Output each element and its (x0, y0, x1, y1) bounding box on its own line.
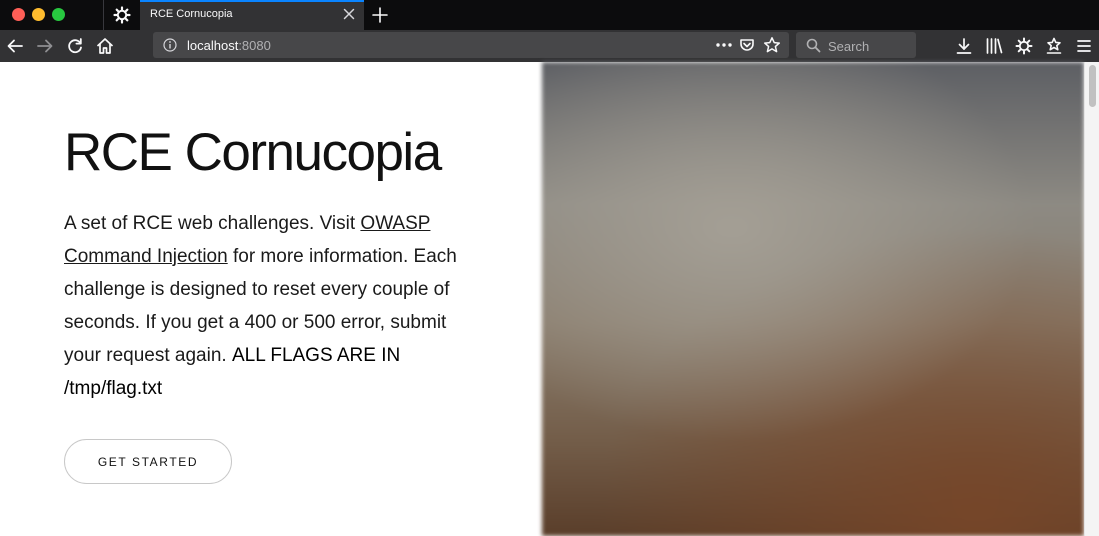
scrollbar[interactable] (1084, 62, 1099, 536)
url-text: localhost:8080 (187, 38, 271, 53)
hero-image (542, 62, 1084, 536)
back-icon[interactable] (5, 36, 25, 56)
tab-active[interactable]: RCE Cornucopia (140, 0, 364, 30)
search-input[interactable]: Search (828, 39, 869, 54)
sync-icon[interactable] (1044, 36, 1064, 56)
scrollbar-thumb[interactable] (1089, 65, 1096, 107)
page-title: RCE Cornucopia (64, 123, 442, 182)
plus-icon[interactable] (370, 5, 390, 25)
url-host: localhost (187, 38, 239, 53)
bookmark-star-icon[interactable] (763, 36, 781, 54)
download-icon[interactable] (954, 36, 974, 56)
home-icon[interactable] (95, 36, 115, 56)
tab-title: RCE Cornucopia (150, 8, 233, 20)
page-content: RCE Cornucopia A set of RCE web challeng… (0, 62, 1099, 536)
pinned-tab[interactable] (104, 0, 140, 30)
search-icon (806, 38, 821, 53)
tab-bar: RCE Cornucopia (0, 0, 1099, 30)
page-description: A set of RCE web challenges. Visit OWASP… (64, 207, 474, 405)
forward-icon[interactable] (35, 36, 55, 56)
info-icon[interactable] (163, 38, 177, 52)
window-maximize-button[interactable] (52, 8, 65, 21)
get-started-button[interactable]: GET STARTED (64, 439, 232, 484)
reload-icon[interactable] (65, 36, 85, 56)
pocket-icon[interactable] (739, 37, 755, 53)
url-port: :8080 (238, 38, 271, 53)
gear-icon (113, 6, 131, 24)
window-close-button[interactable] (12, 8, 25, 21)
url-bar[interactable]: localhost:8080 (153, 32, 789, 58)
description-intro: A set of RCE web challenges. Visit (64, 213, 361, 234)
search-bar[interactable]: Search (796, 32, 916, 58)
more-icon[interactable] (715, 40, 733, 50)
window-minimize-button[interactable] (32, 8, 45, 21)
close-icon[interactable] (342, 7, 356, 21)
gear-icon[interactable] (1014, 36, 1034, 56)
navigation-toolbar: localhost:8080 Search (0, 30, 1099, 62)
library-icon[interactable] (984, 36, 1004, 56)
menu-icon[interactable] (1074, 36, 1094, 56)
